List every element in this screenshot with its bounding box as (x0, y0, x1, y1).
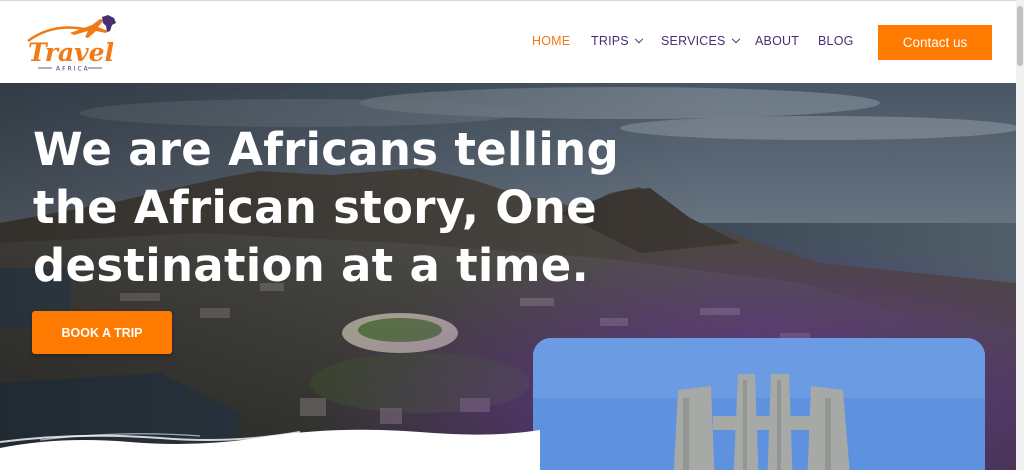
nav-home[interactable]: HOME (532, 34, 570, 52)
hero-section: We are Africans telling the African stor… (0, 83, 1016, 470)
book-a-trip-button[interactable]: BOOK A TRIP (32, 311, 172, 354)
scrollbar-thumb[interactable] (1017, 6, 1023, 66)
chevron-down-icon (731, 34, 740, 44)
site-header: Travel AFRICA HOME TRIPS SERVICES ABOUT … (0, 0, 1024, 83)
headline-line-1: We are Africans telling (33, 123, 619, 176)
nav-about-label: ABOUT (755, 34, 800, 48)
scrollbar[interactable] (1016, 0, 1024, 470)
nav-home-label: HOME (532, 34, 571, 48)
hero-headline: We are Africans telling the African stor… (33, 121, 673, 295)
nav-services[interactable]: SERVICES (661, 34, 740, 52)
headline-line-2: the African story, One (33, 181, 597, 234)
chevron-down-icon (634, 34, 644, 44)
nav-blog-label: BLOG (818, 34, 854, 48)
main-nav: HOME TRIPS SERVICES ABOUT BLOG Contact u… (0, 1, 1024, 84)
monument-photo-card (533, 338, 985, 470)
nav-trips-label: TRIPS (591, 34, 629, 48)
brush-wave-divider (0, 429, 540, 470)
contact-us-button[interactable]: Contact us (878, 25, 992, 60)
nav-trips[interactable]: TRIPS (591, 34, 644, 52)
nav-about[interactable]: ABOUT (755, 34, 799, 52)
monument-image (533, 338, 985, 470)
nav-blog[interactable]: BLOG (818, 34, 854, 52)
nav-services-label: SERVICES (661, 34, 726, 48)
headline-line-3: destination at a time. (33, 239, 590, 292)
